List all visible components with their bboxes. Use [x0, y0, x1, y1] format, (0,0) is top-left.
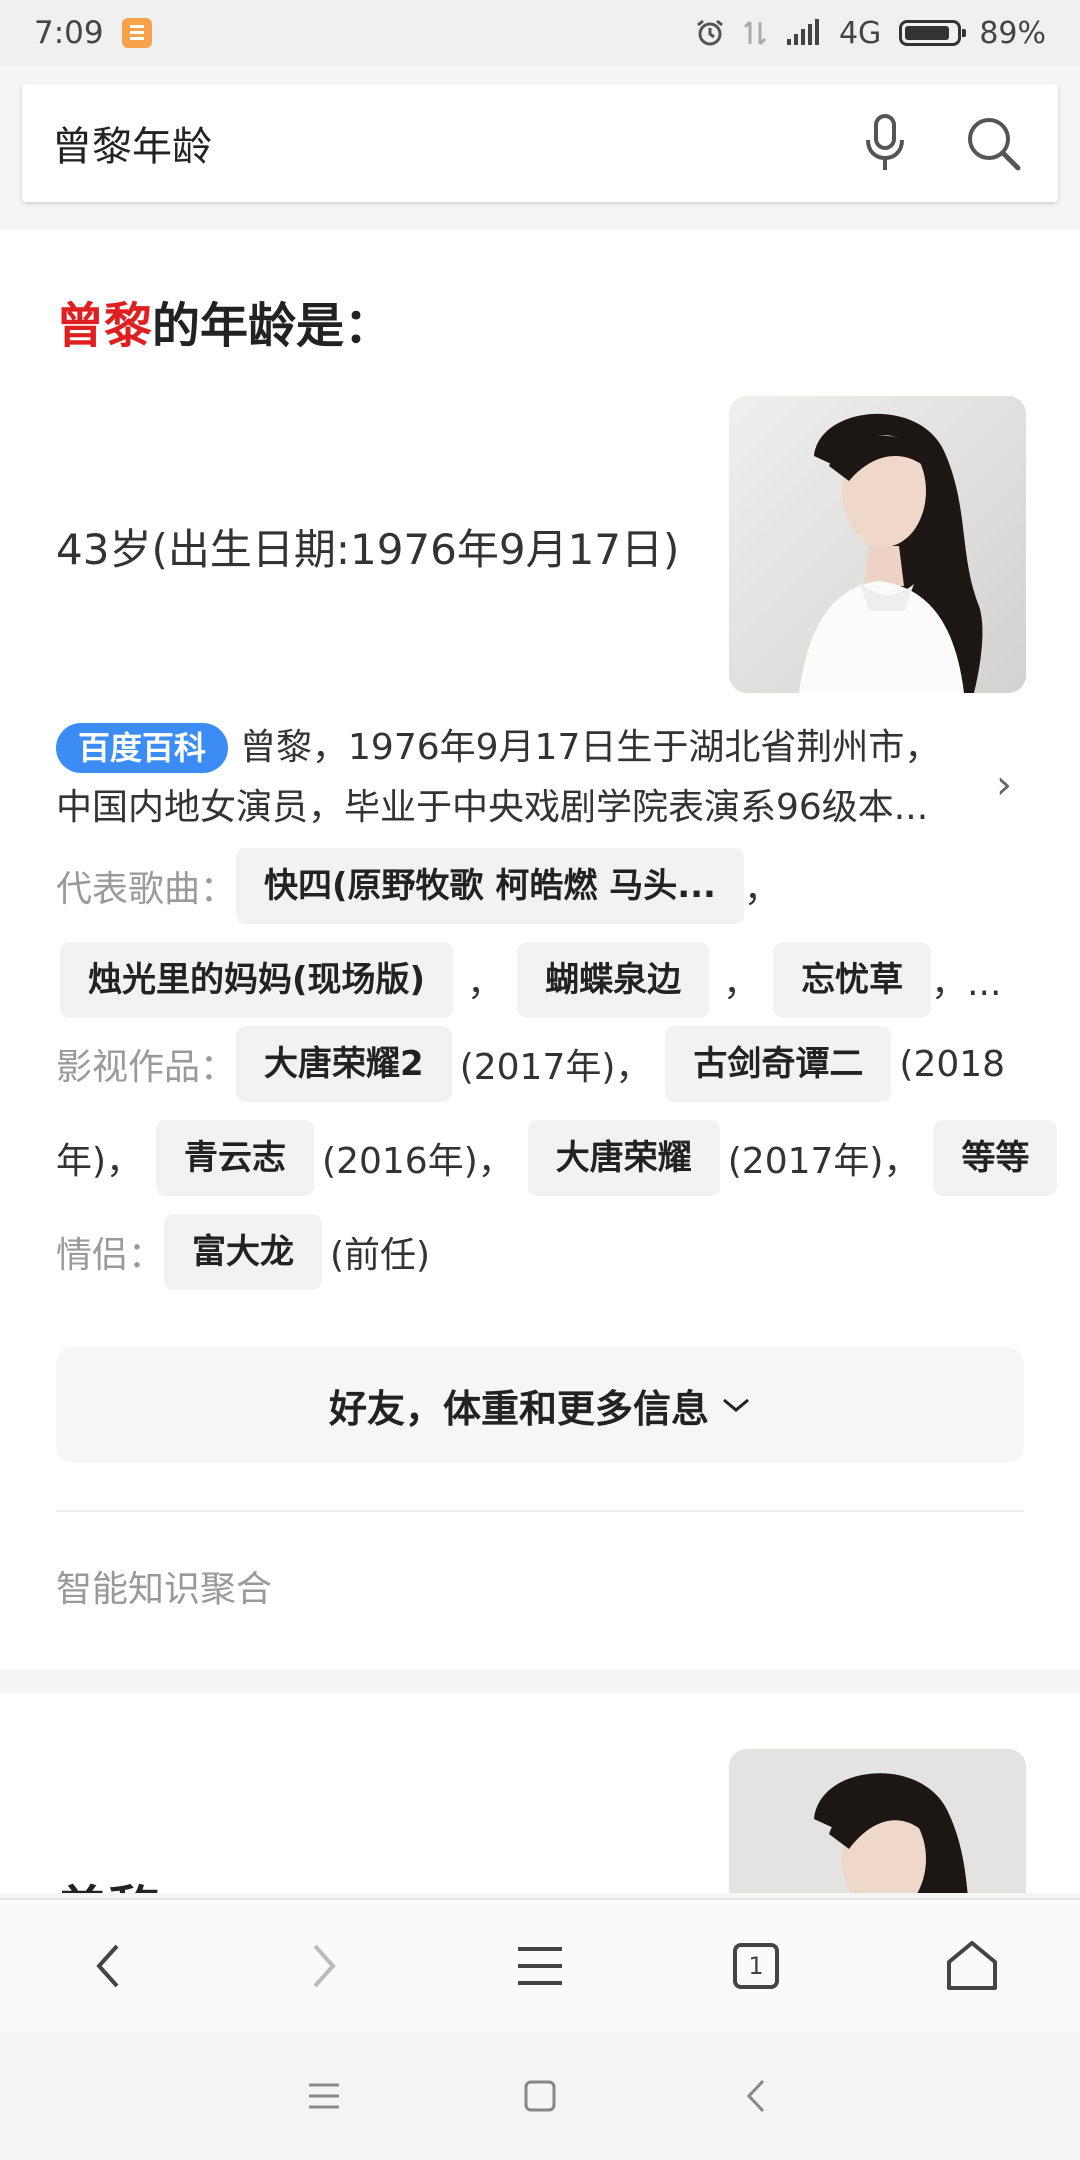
tab-count: 1	[733, 1943, 779, 1989]
portrait-image[interactable]	[729, 396, 1026, 693]
person-card[interactable]: 曾黎	[0, 1693, 1080, 1893]
recent-apps-icon	[309, 2083, 339, 2109]
work-year: (2017年)，	[459, 1047, 652, 1088]
songs-row-2: 烛光里的妈妈(现场版) ， 蝴蝶泉边 ， 忘忧草 ，...	[60, 942, 1001, 1018]
tabs-button[interactable]: 1	[706, 1916, 806, 2016]
partner-row: 情侣： 富大龙 (前任)	[56, 1214, 430, 1290]
age-answer-card: 曾黎的年龄是： 43岁(出生日期:1976年9月17日) 百度百科 曾黎，1976…	[0, 230, 1080, 1670]
separator: ，	[723, 963, 760, 1004]
status-right: 4G 89%	[695, 16, 1046, 51]
work-year-cont: 年)，	[56, 1141, 143, 1182]
notes-app-icon	[121, 18, 152, 48]
partner-note: (前任)	[330, 1235, 431, 1276]
more-info-label: 好友，体重和更多信息	[328, 1386, 709, 1431]
chevron-right-icon	[313, 1944, 336, 1988]
system-home-button[interactable]	[432, 2046, 648, 2146]
partner-label: 情侣：	[56, 1235, 165, 1276]
chevron-down-icon	[723, 1398, 749, 1412]
forward-button[interactable]	[274, 1916, 374, 2016]
song-tag[interactable]: 快四(原野牧歌 柯皓燃 马头...	[236, 848, 744, 924]
works-row: 影视作品： 大唐荣耀2 (2017年)， 古剑奇谭二 (2018	[56, 1026, 1005, 1102]
work-tag[interactable]: 青云志	[156, 1120, 315, 1196]
answer-title: 曾黎的年龄是：	[56, 286, 392, 356]
back-arrow-icon	[746, 2079, 765, 2113]
work-tag[interactable]: 大唐荣耀2	[236, 1026, 452, 1102]
separator: ，	[743, 869, 780, 910]
more-info-button[interactable]: 好友，体重和更多信息	[56, 1347, 1024, 1463]
back-button[interactable]	[58, 1916, 158, 2016]
answer-title-name: 曾黎	[56, 298, 153, 354]
menu-icon	[518, 1947, 562, 1985]
work-tag[interactable]: 古剑奇谭二	[665, 1026, 892, 1102]
works-more-tag[interactable]: 等等	[933, 1120, 1058, 1196]
work-year: (2017年)，	[727, 1141, 920, 1182]
chevron-right-icon[interactable]: ›	[996, 762, 1012, 808]
search-bar[interactable]: 曾黎年龄	[22, 84, 1058, 202]
square-icon	[524, 2080, 556, 2112]
search-input[interactable]: 曾黎年龄	[52, 114, 812, 172]
home-button[interactable]	[922, 1916, 1022, 2016]
battery-level: 89%	[979, 15, 1046, 51]
system-nav-bar	[0, 2032, 1080, 2160]
partner-tag[interactable]: 富大龙	[164, 1214, 323, 1290]
chevron-left-icon	[96, 1944, 119, 1988]
voice-search-button[interactable]	[850, 108, 920, 178]
person-portrait-image[interactable]	[729, 1749, 1026, 1893]
person-name: 曾黎	[56, 1869, 160, 1893]
search-icon	[968, 118, 1021, 171]
works-row-2: 年)， 青云志 (2016年)， 大唐荣耀 (2017年)， 等等	[56, 1120, 1058, 1196]
work-year: (2016年)，	[322, 1141, 514, 1182]
status-bar: 7:09 4G 89%	[0, 0, 1080, 66]
search-button[interactable]	[958, 108, 1028, 178]
answer-title-text: 的年龄是：	[152, 298, 393, 354]
browser-toolbar: 1	[0, 1898, 1080, 2032]
songs-more: ，...	[931, 963, 1002, 1004]
menu-button[interactable]	[490, 1916, 590, 2016]
answer-value: 43岁(出生日期:1976年9月17日)	[56, 525, 680, 574]
works-label: 影视作品：	[56, 1047, 237, 1088]
microphone-icon	[866, 114, 904, 170]
battery-icon	[899, 20, 967, 46]
song-tag[interactable]: 蝴蝶泉边	[517, 942, 710, 1018]
home-icon	[947, 1941, 997, 1990]
divider	[56, 1510, 1024, 1512]
baike-badge: 百度百科	[56, 723, 229, 773]
system-back-button[interactable]	[648, 2046, 864, 2146]
status-time: 7:09	[34, 15, 104, 51]
songs-label: 代表歌曲：	[56, 869, 237, 910]
baike-intro[interactable]: 百度百科 曾黎，1976年9月17日生于湖北省荆州市，中国内地女演员，毕业于中央戏…	[56, 718, 976, 838]
song-tag[interactable]: 忘忧草	[773, 942, 932, 1018]
data-arrows-icon	[743, 20, 767, 46]
work-tag[interactable]: 大唐荣耀	[527, 1120, 720, 1196]
songs-row: 代表歌曲： 快四(原野牧歌 柯皓燃 马头... ，	[56, 848, 780, 924]
separator: ，	[467, 963, 504, 1004]
alarm-icon	[697, 19, 723, 46]
knowledge-aggregation-label: 智能知识聚合	[56, 1569, 273, 1610]
recent-apps-button[interactable]	[216, 2046, 432, 2146]
work-year: (2018	[899, 1043, 1006, 1085]
song-tag[interactable]: 烛光里的妈妈(现场版)	[60, 942, 454, 1018]
signal-icon	[786, 19, 819, 45]
network-type: 4G	[838, 15, 882, 51]
